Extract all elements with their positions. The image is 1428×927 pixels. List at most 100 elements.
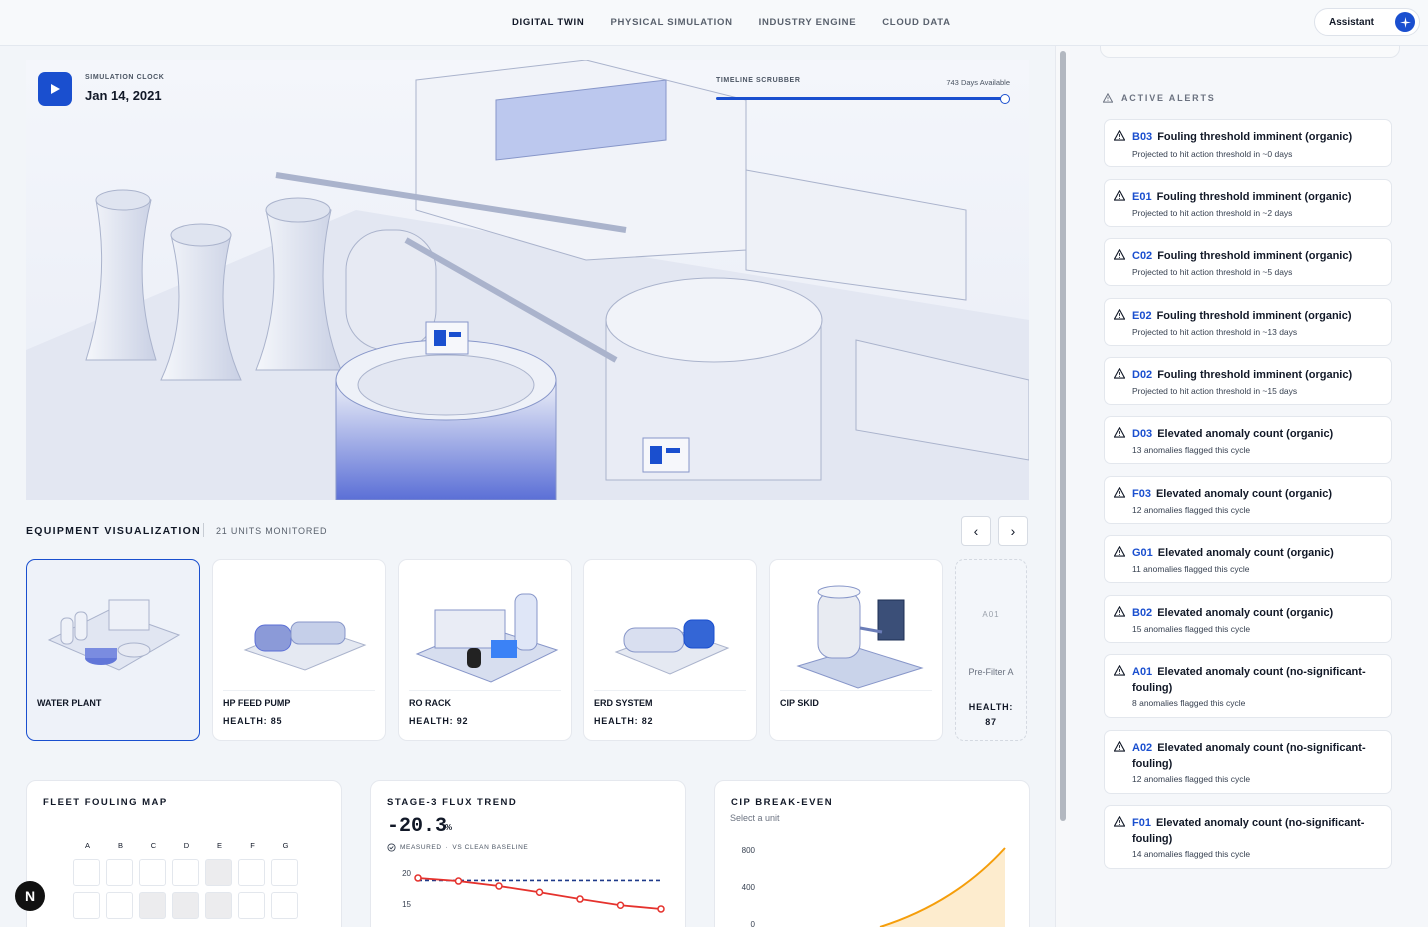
- alert-detail: 11 anomalies flagged this cycle: [1132, 564, 1250, 574]
- alert-card[interactable]: D03 Elevated anomaly count (organic) 13 an…: [1104, 416, 1392, 464]
- prev-button[interactable]: ‹: [961, 516, 991, 546]
- equipment-section-title: EQUIPMENT VISUALIZATION: [26, 525, 201, 537]
- alert-title-text: Fouling threshold imminent (organic): [1157, 369, 1353, 381]
- warning-icon: [1114, 427, 1125, 438]
- flux-value: -20.3: [387, 815, 448, 838]
- days-available: 743 Days Available: [946, 78, 1010, 87]
- alert-card[interactable]: F03 Elevated anomaly count (organic) 12 an…: [1104, 476, 1392, 524]
- fouling-cell[interactable]: [106, 892, 133, 919]
- column-label: A: [84, 841, 90, 850]
- main-scrollbar[interactable]: [1055, 46, 1070, 927]
- cip-unit-hint: Select a unit: [730, 813, 780, 823]
- fouling-cell[interactable]: [106, 859, 133, 886]
- alert-title: A02 Elevated anomaly count (no-significan…: [1132, 740, 1383, 772]
- cip-break-even-chart: 800 400 0: [742, 846, 1006, 927]
- fouling-cell[interactable]: [172, 859, 199, 886]
- equipment-card-ro-rack[interactable]: RO RACK HEALTH: 92: [398, 559, 572, 741]
- column-label: D: [183, 841, 190, 850]
- chevron-left-icon: ‹: [973, 523, 979, 539]
- fouling-cell[interactable]: [238, 892, 265, 919]
- alert-title-text: Elevated anomaly count (no-significant-f…: [1132, 666, 1366, 694]
- alert-unit-code: B02: [1132, 607, 1153, 619]
- alert-title-text: Elevated anomaly count (organic): [1157, 547, 1334, 559]
- measured-point: [576, 895, 584, 903]
- alert-detail: 8 anomalies flagged this cycle: [1132, 698, 1246, 708]
- warning-icon: [1114, 816, 1125, 827]
- plant-3d-view[interactable]: SIMULATION CLOCK Jan 14, 2021 TIMELINE S…: [26, 60, 1029, 500]
- warning-icon: [1114, 309, 1125, 320]
- alert-title: D03 Elevated anomaly count (organic): [1132, 426, 1383, 442]
- fouling-cell[interactable]: [73, 892, 100, 919]
- fouling-cell[interactable]: [205, 859, 232, 886]
- equipment-name: WATER PLANT: [37, 698, 102, 708]
- warning-icon: [1114, 665, 1125, 676]
- fouling-cell[interactable]: [139, 892, 166, 919]
- fouling-cell[interactable]: [238, 859, 265, 886]
- active-alerts-title: ACTIVE ALERTS: [1121, 93, 1216, 103]
- panel-title: FLEET FOULING MAP: [43, 797, 168, 808]
- dev-tools-button[interactable]: N: [15, 881, 45, 911]
- separator-dot: ·: [445, 844, 449, 851]
- equipment-card-cip-skid[interactable]: CIP SKID: [769, 559, 943, 741]
- timeline-scrubber-handle[interactable]: [1000, 94, 1010, 104]
- equipment-name: Pre-Filter A: [968, 667, 1014, 677]
- alert-title: C02 Fouling threshold imminent (organic): [1132, 248, 1383, 264]
- alert-title-text: Elevated anomaly count (no-significant-f…: [1132, 817, 1365, 845]
- tab-physical-simulation[interactable]: PHYSICAL SIMULATION: [610, 17, 732, 28]
- equipment-card-hp-feed-pump[interactable]: HP FEED PUMP HEALTH: 85: [212, 559, 386, 741]
- warning-icon: [1103, 93, 1113, 103]
- fouling-cell[interactable]: [73, 859, 100, 886]
- scrollbar-thumb[interactable]: [1060, 51, 1066, 821]
- flux-unit: %: [445, 823, 453, 832]
- alert-card[interactable]: A01 Elevated anomaly count (no-significan…: [1104, 654, 1392, 718]
- play-button[interactable]: [38, 72, 72, 106]
- alert-title-text: Fouling threshold imminent (organic): [1157, 250, 1353, 262]
- fouling-cell[interactable]: [172, 892, 199, 919]
- fouling-cell[interactable]: [205, 892, 232, 919]
- fouling-map-column-labels: A B C D E F G: [71, 841, 302, 850]
- assistant-button[interactable]: Assistant: [1314, 8, 1420, 36]
- equipment-card-erd-system[interactable]: ERD SYSTEM HEALTH: 82: [583, 559, 757, 741]
- alert-card[interactable]: G01 Elevated anomaly count (organic) 11 an…: [1104, 535, 1392, 583]
- flux-trend-chart: 20 15: [402, 869, 665, 913]
- tab-cloud-data[interactable]: CLOUD DATA: [882, 17, 950, 28]
- divider: [409, 690, 561, 691]
- alert-card[interactable]: E01 Fouling threshold imminent (organic) P…: [1104, 179, 1392, 227]
- alert-card[interactable]: B02 Elevated anomaly count (organic) 15 an…: [1104, 595, 1392, 643]
- alert-card[interactable]: A02 Elevated anomaly count (no-significan…: [1104, 730, 1392, 794]
- tab-industry-engine[interactable]: INDUSTRY ENGINE: [759, 17, 857, 28]
- alert-card[interactable]: F01 Elevated anomaly count (no-significan…: [1104, 805, 1392, 869]
- measured-point: [414, 874, 422, 882]
- measured-point: [657, 905, 665, 913]
- y-tick-label: 15: [402, 900, 411, 909]
- alert-unit-code: E02: [1132, 310, 1152, 322]
- alert-unit-code: D02: [1132, 369, 1153, 381]
- alert-card[interactable]: B03 Fouling threshold imminent (organic) P…: [1104, 119, 1392, 167]
- warning-icon: [1114, 606, 1125, 617]
- column-label: G: [282, 841, 289, 850]
- alert-title-text: Fouling threshold imminent (organic): [1156, 310, 1352, 322]
- alert-card[interactable]: C02 Fouling threshold imminent (organic) P…: [1104, 238, 1392, 286]
- alert-detail: Projected to hit action threshold in ~2 …: [1132, 208, 1293, 218]
- alert-unit-code: D03: [1132, 428, 1153, 440]
- stage3-flux-trend-panel: STAGE-3 FLUX TREND -20.3 % MEASURED · VS…: [370, 780, 686, 927]
- alert-card[interactable]: D02 Fouling threshold imminent (organic) P…: [1104, 357, 1392, 405]
- fouling-cell[interactable]: [139, 859, 166, 886]
- equipment-name: CIP SKID: [780, 698, 819, 708]
- warning-icon: [1114, 249, 1125, 260]
- timeline-scrubber-track[interactable]: [716, 97, 1006, 100]
- top-nav-bar: DIGITAL TWIN PHYSICAL SIMULATION INDUSTR…: [0, 0, 1428, 46]
- alert-unit-code: B03: [1132, 131, 1153, 143]
- fouling-cell[interactable]: [271, 892, 298, 919]
- fouling-cell[interactable]: [271, 859, 298, 886]
- fouling-map-grid: [73, 859, 298, 919]
- equipment-card-pre-filter-a[interactable]: A01 Pre-Filter A HEALTH: 87: [955, 559, 1027, 741]
- next-button[interactable]: ›: [998, 516, 1028, 546]
- tab-digital-twin[interactable]: DIGITAL TWIN: [512, 17, 584, 28]
- alert-card[interactable]: E02 Fouling threshold imminent (organic) P…: [1104, 298, 1392, 346]
- equipment-card-water-plant[interactable]: WATER PLANT: [26, 559, 200, 741]
- alert-unit-code: F01: [1132, 817, 1151, 829]
- column-label: C: [150, 841, 157, 850]
- equipment-name: ERD SYSTEM: [594, 698, 653, 708]
- alert-unit-code: A02: [1132, 742, 1153, 754]
